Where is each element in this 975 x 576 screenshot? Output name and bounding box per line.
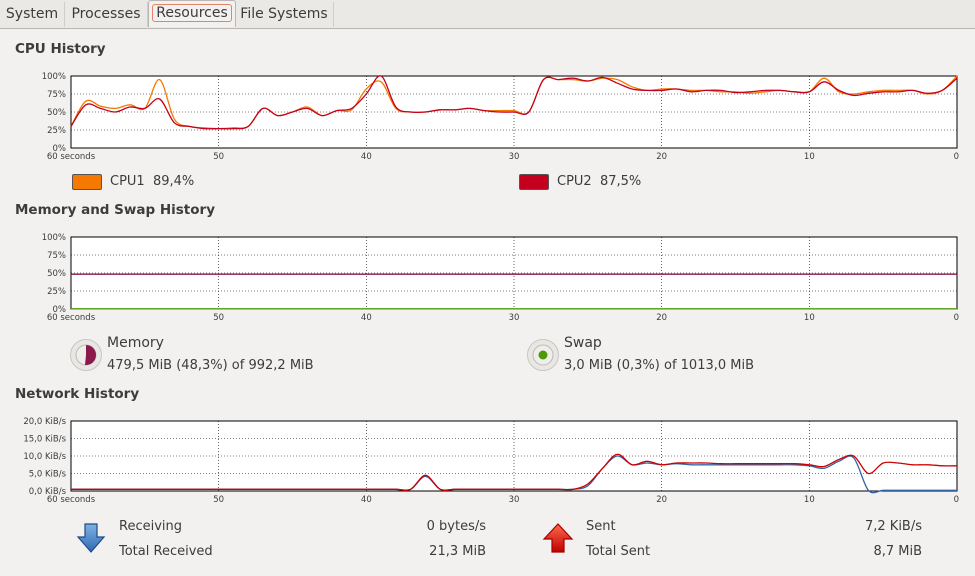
cpu1-label: CPU1 (110, 174, 145, 189)
memory-history-title: Memory and Swap History (15, 202, 215, 218)
memory-pie-icon[interactable] (70, 339, 102, 371)
swap-pie-icon[interactable] (527, 339, 559, 371)
tab-resources-label: Resources (152, 4, 232, 22)
swap-pie-chart (532, 344, 554, 366)
cpu-x-tick-label: 20 (656, 152, 667, 162)
tab-resources[interactable]: Resources (148, 0, 236, 27)
network-x-tick-label: 0 (954, 495, 959, 505)
network-y-tick-label: 20,0 KiB/s (23, 417, 66, 427)
network-x-tick-label: 10 (804, 495, 815, 505)
total-sent-value: 8,7 MiB (873, 544, 922, 559)
memory-x-tick-label: 20 (656, 313, 667, 323)
memory-x-tick-label: 10 (804, 313, 815, 323)
memory-x-tick-label: 50 (213, 313, 224, 323)
total-received-label: Total Received (119, 544, 213, 559)
memory-x-tick-label: 30 (509, 313, 520, 323)
sent-label: Sent (586, 519, 616, 534)
sent-arrow-icon (542, 523, 574, 553)
memory-label: Memory (107, 335, 164, 351)
cpu1-value: 89,4% (152, 174, 195, 189)
cpu-x-tick-label: 50 (213, 152, 224, 162)
memory-y-tick-label: 50% (47, 269, 66, 279)
cpu-x-tick-label: 60 seconds (47, 152, 96, 162)
cpu1-color-swatch[interactable] (72, 174, 102, 190)
swap-value: 3,0 MiB (0,3%) of 1013,0 MiB (564, 358, 755, 373)
memory-history-graph: 100%75%50%25%0%60 seconds 50 40 30 20 10 0 (42, 233, 959, 323)
tab-processes[interactable]: Processes (65, 2, 148, 27)
memory-x-tick-label: 60 seconds (47, 313, 96, 323)
tab-system-label: System (5, 6, 59, 22)
network-x-tick-label: 60 seconds (47, 495, 96, 505)
network-x-tick-label: 50 (213, 495, 224, 505)
memory-pie-chart (75, 344, 97, 366)
network-history-title: Network History (15, 386, 140, 402)
network-x-tick-label: 20 (656, 495, 667, 505)
cpu-x-tick-label: 30 (509, 152, 520, 162)
tab-system[interactable]: System (0, 2, 65, 27)
network-y-tick-label: 10,0 KiB/s (23, 452, 66, 462)
tab-processes-label: Processes (71, 6, 141, 22)
network-x-tick-label: 30 (509, 495, 520, 505)
receiving-arrow-icon (76, 523, 106, 553)
network-history-graph: 20,0 KiB/s 15,0 KiB/s 10,0 KiB/s 5,0 KiB/s 0… (23, 417, 959, 505)
cpu-y-tick-label: 75% (47, 90, 66, 100)
cpu-y-tick-label: 100% (42, 72, 66, 82)
notebook-tabs: System Processes Resources File Systems (0, 0, 975, 29)
cpu-history-title: CPU History (15, 41, 106, 57)
memory-y-tick-label: 25% (47, 287, 66, 297)
swap-label: Swap (564, 335, 602, 351)
tab-file-systems[interactable]: File Systems (235, 2, 334, 27)
cpu-x-tick-label: 10 (804, 152, 815, 162)
sent-value: 7,2 KiB/s (864, 519, 922, 534)
cpu-x-tick-label: 0 (954, 152, 959, 162)
total-received-value: 21,3 MiB (429, 544, 486, 559)
cpu2-color-swatch[interactable] (519, 174, 549, 190)
receiving-value: 0 bytes/s (426, 519, 486, 534)
receiving-label: Receiving (119, 519, 183, 534)
cpu2-legend: CPU2 87,5% (557, 174, 641, 189)
network-x-tick-label: 40 (361, 495, 372, 505)
cpu2-value: 87,5% (599, 174, 642, 189)
cpu-x-tick-label: 40 (361, 152, 372, 162)
memory-value: 479,5 MiB (48,3%) of 992,2 MiB (107, 358, 314, 373)
cpu-y-tick-label: 50% (47, 108, 66, 118)
tab-file-systems-label: File Systems (240, 6, 328, 22)
network-y-tick-label: 15,0 KiB/s (23, 435, 66, 445)
memory-y-tick-label: 100% (42, 233, 66, 243)
network-y-tick-label: 5,0 KiB/s (29, 470, 67, 480)
memory-x-tick-label: 40 (361, 313, 372, 323)
cpu-y-tick-label: 25% (47, 126, 66, 136)
total-sent-label: Total Sent (586, 544, 651, 559)
memory-y-tick-label: 75% (47, 251, 66, 261)
cpu2-label: CPU2 (557, 174, 592, 189)
memory-x-tick-label: 0 (954, 313, 959, 323)
cpu1-legend: CPU1 89,4% (110, 174, 194, 189)
